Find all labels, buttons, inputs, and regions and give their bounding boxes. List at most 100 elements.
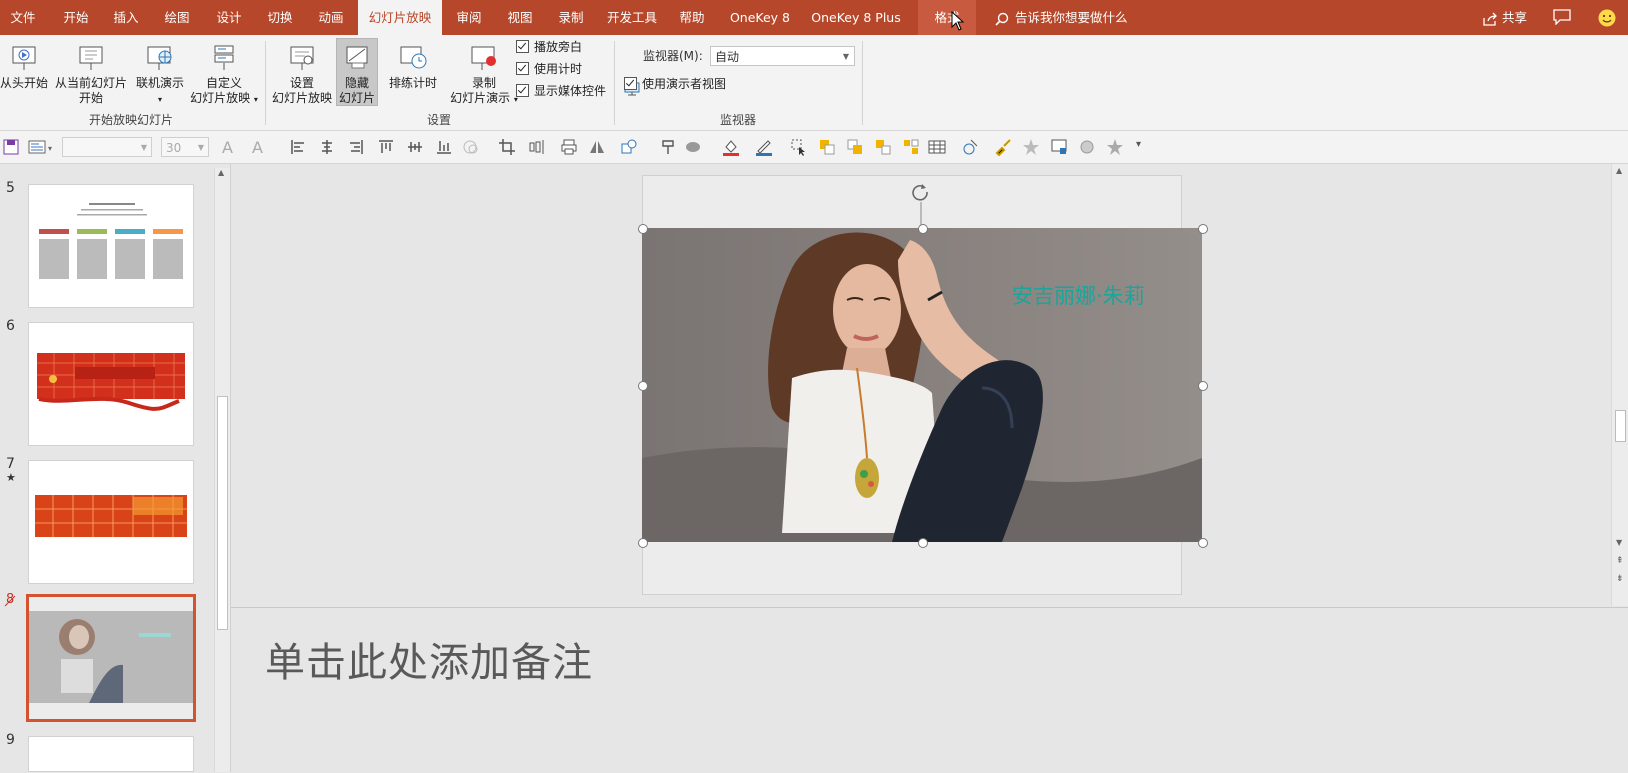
circle-shape-icon[interactable] bbox=[1078, 138, 1096, 156]
tab-view[interactable]: 视图 bbox=[496, 0, 544, 35]
font-size-combo[interactable]: 30 ▼ bbox=[161, 137, 209, 157]
tab-developer[interactable]: 开发工具 bbox=[600, 0, 664, 35]
tab-slideshow[interactable]: 幻灯片放映 bbox=[358, 0, 442, 35]
align-bottom-icon[interactable] bbox=[435, 138, 453, 156]
setup-slideshow-button[interactable]: 设置 幻灯片放映 bbox=[269, 41, 335, 106]
portrait-photo[interactable] bbox=[642, 228, 1202, 542]
format-painter-icon[interactable] bbox=[660, 138, 678, 156]
notes-pane[interactable]: 单击此处添加备注 bbox=[231, 607, 1628, 773]
scrollbar-thumb[interactable] bbox=[217, 396, 228, 630]
ungroup-icon[interactable] bbox=[902, 138, 920, 156]
scroll-down-icon[interactable]: ▼ bbox=[1616, 538, 1622, 547]
font-color-icon[interactable]: A bbox=[222, 138, 240, 157]
text-effect-icon[interactable]: A bbox=[252, 138, 270, 157]
smiley-feedback-icon[interactable] bbox=[1598, 9, 1616, 27]
rotate-handle-icon[interactable] bbox=[908, 182, 934, 228]
brush-icon[interactable] bbox=[994, 138, 1012, 156]
outline-color-icon[interactable] bbox=[755, 138, 773, 156]
save-icon[interactable] bbox=[2, 138, 20, 156]
print-icon[interactable] bbox=[560, 138, 578, 156]
slide-scrollbar[interactable]: ▲ ▼ ⇞ ⇟ bbox=[1611, 164, 1628, 606]
presenter-view-checkbox[interactable]: 使用演示者视图 bbox=[624, 75, 726, 93]
scrollbar-thumb[interactable] bbox=[1615, 410, 1626, 442]
start-show-group-label: 开始放映幻灯片 bbox=[88, 113, 173, 127]
notes-placeholder[interactable]: 单击此处添加备注 bbox=[265, 630, 593, 688]
from-beginning-label: 从头开始 bbox=[0, 76, 49, 90]
setup-label-2: 幻灯片放映 bbox=[271, 91, 332, 105]
animation-pane-icon[interactable] bbox=[962, 138, 980, 156]
shape-circle-icon[interactable] bbox=[462, 138, 480, 156]
hide-slide-button[interactable]: 隐藏 幻灯片 bbox=[336, 38, 378, 106]
resize-handle[interactable] bbox=[1198, 381, 1208, 391]
tab-insert[interactable]: 插入 bbox=[102, 0, 150, 35]
tab-onekey8plus[interactable]: OneKey 8 Plus bbox=[804, 0, 908, 35]
table-icon[interactable] bbox=[928, 138, 946, 156]
slide-thumbnail-8[interactable] bbox=[26, 594, 196, 722]
tab-file[interactable]: 文件 bbox=[0, 0, 46, 35]
next-slide-icon[interactable]: ⇟ bbox=[1616, 574, 1624, 584]
shape-effects-icon[interactable] bbox=[684, 138, 702, 156]
tab-design[interactable]: 设计 bbox=[205, 0, 253, 35]
record-slideshow-button[interactable]: 录制 幻灯片演示 ▾ bbox=[444, 41, 524, 107]
bring-forward-icon[interactable] bbox=[818, 138, 836, 156]
share-button[interactable]: 共享 bbox=[1482, 0, 1527, 35]
slide-thumbnail-5[interactable] bbox=[28, 184, 194, 308]
align-middle-icon[interactable] bbox=[406, 138, 424, 156]
flip-icon[interactable] bbox=[588, 138, 606, 156]
align-left-icon[interactable] bbox=[289, 138, 307, 156]
layout-icon[interactable]: ▾ bbox=[28, 138, 56, 156]
tab-draw[interactable]: 绘图 bbox=[153, 0, 201, 35]
from-current-button[interactable]: 从当前幻灯片 开始 bbox=[50, 41, 132, 106]
tab-help[interactable]: 帮助 bbox=[668, 0, 716, 35]
slide-thumbnail-6[interactable] bbox=[28, 322, 194, 446]
online-present-button[interactable]: 联机演示 ▾ bbox=[134, 41, 186, 107]
align-right-icon[interactable] bbox=[347, 138, 365, 156]
scroll-up-icon[interactable]: ▲ bbox=[218, 168, 224, 177]
slide-thumbnail-9[interactable] bbox=[28, 736, 194, 772]
drawing-toolbar: ▾ ▼ 30 ▼ A A ▾ bbox=[0, 131, 1628, 164]
font-family-combo[interactable]: ▼ bbox=[62, 137, 152, 157]
from-beginning-button[interactable]: 从头开始 bbox=[0, 41, 48, 91]
send-backward-icon[interactable] bbox=[846, 138, 864, 156]
tab-format[interactable]: 格式 bbox=[918, 0, 976, 35]
play-narration-checkbox[interactable]: 播放旁白 bbox=[516, 38, 582, 56]
tab-record[interactable]: 录制 bbox=[547, 0, 595, 35]
resize-handle[interactable] bbox=[638, 381, 648, 391]
align-center-icon[interactable] bbox=[318, 138, 336, 156]
thumbnail-scrollbar[interactable]: ▲ bbox=[214, 168, 230, 772]
select-icon[interactable] bbox=[790, 138, 808, 156]
resize-handle[interactable] bbox=[918, 224, 928, 234]
resize-handle[interactable] bbox=[638, 224, 648, 234]
monitor-select[interactable]: 自动 ▼ bbox=[710, 46, 855, 66]
rehearse-timings-button[interactable]: 排练计时 bbox=[384, 41, 442, 91]
resize-handle[interactable] bbox=[1198, 224, 1208, 234]
star-icon[interactable] bbox=[1106, 138, 1124, 156]
tell-me-search[interactable]: 告诉我你想要做什么 bbox=[995, 0, 1128, 35]
tab-review[interactable]: 审阅 bbox=[445, 0, 493, 35]
presenter-view-label: 使用演示者视图 bbox=[642, 77, 727, 91]
show-media-controls-checkbox[interactable]: 显示媒体控件 bbox=[516, 82, 606, 100]
previous-slide-icon[interactable]: ⇞ bbox=[1616, 556, 1624, 566]
screen-capture-icon[interactable] bbox=[1050, 138, 1068, 156]
tab-home[interactable]: 开始 bbox=[52, 0, 100, 35]
group-icon[interactable] bbox=[874, 138, 892, 156]
ribbon-separator bbox=[265, 41, 266, 125]
comment-icon[interactable] bbox=[1553, 9, 1571, 25]
align-top-icon[interactable] bbox=[377, 138, 395, 156]
custom-show-button[interactable]: 自定义 幻灯片放映 ▾ bbox=[188, 41, 260, 107]
tab-animations[interactable]: 动画 bbox=[307, 0, 355, 35]
slide-thumbnail-7[interactable] bbox=[28, 460, 194, 584]
resize-handle[interactable] bbox=[918, 538, 928, 548]
use-timings-checkbox[interactable]: 使用计时 bbox=[516, 60, 582, 78]
crop-icon[interactable] bbox=[498, 138, 516, 156]
star-effect-icon[interactable] bbox=[1022, 138, 1040, 156]
tab-transitions[interactable]: 切换 bbox=[256, 0, 304, 35]
scroll-up-icon[interactable]: ▲ bbox=[1616, 166, 1622, 175]
customize-toolbar-icon[interactable]: ▾ bbox=[1136, 139, 1154, 157]
resize-handle[interactable] bbox=[1198, 538, 1208, 548]
fill-color-icon[interactable] bbox=[722, 138, 740, 156]
tab-onekey8[interactable]: OneKey 8 bbox=[722, 0, 798, 35]
distribute-icon[interactable] bbox=[528, 138, 546, 156]
shapes-icon[interactable] bbox=[620, 138, 638, 156]
resize-handle[interactable] bbox=[638, 538, 648, 548]
